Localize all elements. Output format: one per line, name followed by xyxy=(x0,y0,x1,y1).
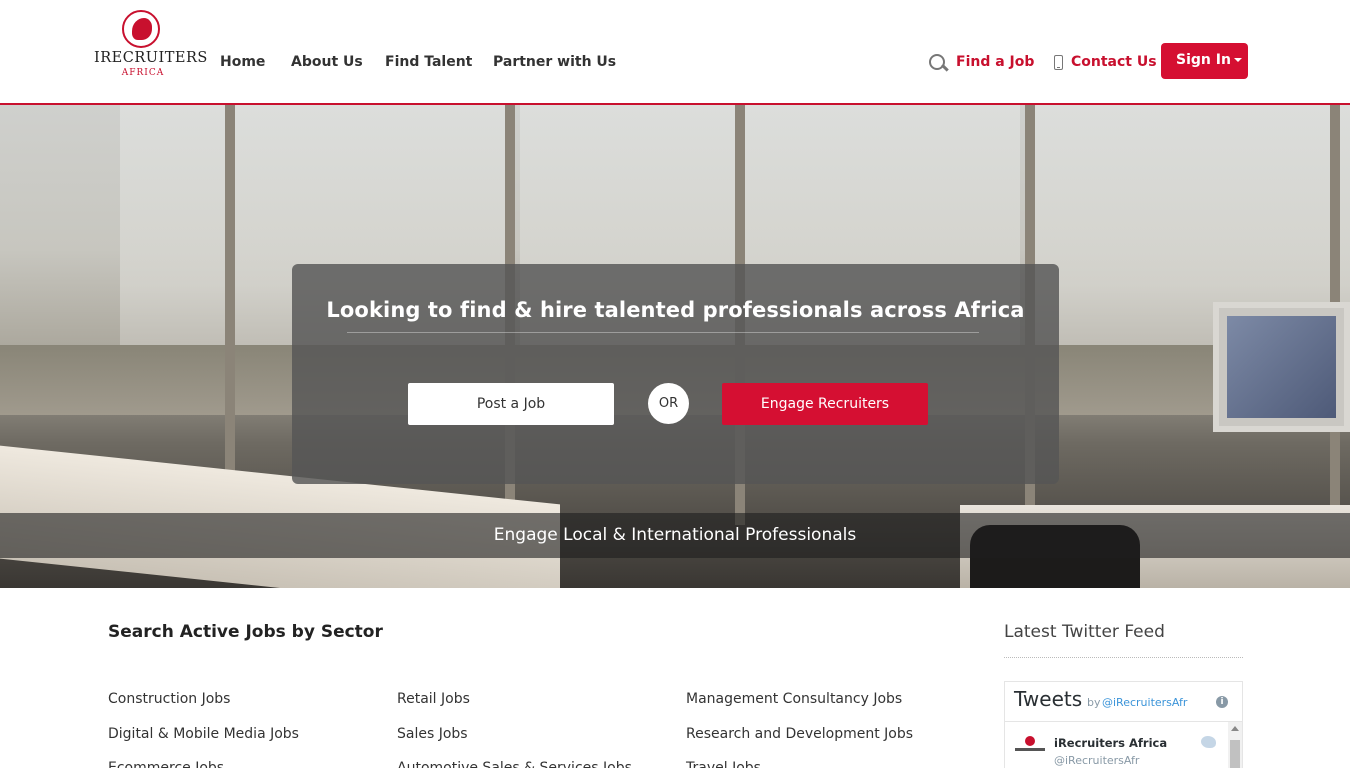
scrollbar-thumb[interactable] xyxy=(1230,740,1240,768)
sector-link-digital-media[interactable]: Digital & Mobile Media Jobs xyxy=(108,726,299,742)
sector-link-construction[interactable]: Construction Jobs xyxy=(108,691,230,707)
hero-divider xyxy=(347,332,979,333)
contact-us-link[interactable]: Contact Us xyxy=(1071,54,1157,70)
tweet-avatar[interactable] xyxy=(1013,736,1047,762)
logo-emblem-icon xyxy=(122,10,160,48)
sector-link-ecommerce[interactable]: Ecommerce Jobs xyxy=(108,760,224,768)
nav-find-talent[interactable]: Find Talent xyxy=(385,54,472,70)
find-a-job-link[interactable]: Find a Job xyxy=(956,54,1034,70)
logo-text: IRECRUITERS xyxy=(94,50,208,66)
sign-in-label: Sign In xyxy=(1176,52,1231,68)
sector-link-sales[interactable]: Sales Jobs xyxy=(397,726,468,742)
window-mullion xyxy=(225,105,235,525)
engage-recruiters-button[interactable]: Engage Recruiters xyxy=(722,383,928,425)
sector-link-travel[interactable]: Travel Jobs xyxy=(686,760,761,768)
sector-link-research-development[interactable]: Research and Development Jobs xyxy=(686,726,913,742)
sector-link-automotive[interactable]: Automotive Sales & Services Jobs xyxy=(397,760,632,768)
nav-about-us[interactable]: About Us xyxy=(291,54,363,70)
site-header: IRECRUITERS AFRICA Home About Us Find Ta… xyxy=(0,0,1350,105)
caret-down-icon xyxy=(1233,58,1242,62)
nav-partner-with-us[interactable]: Partner with Us xyxy=(493,54,616,70)
twitter-divider xyxy=(1004,657,1243,658)
irecruiters-logo[interactable]: IRECRUITERS AFRICA xyxy=(94,10,208,82)
tweets-by-label: by xyxy=(1087,696,1101,709)
tweets-label: Tweets xyxy=(1014,687,1083,711)
post-a-job-button[interactable]: Post a Job xyxy=(408,383,614,425)
sector-link-management-consultancy[interactable]: Management Consultancy Jobs xyxy=(686,691,902,707)
info-icon[interactable]: i xyxy=(1216,696,1228,708)
twitter-handle-link[interactable]: @iRecruitersAfr xyxy=(1102,696,1187,709)
logo-subtext: AFRICA xyxy=(121,68,165,78)
hero-monitor xyxy=(1213,302,1350,432)
hero-tagline: Engage Local & International Professiona… xyxy=(493,525,857,545)
tweet-author-handle[interactable]: @iRecruitersAfr xyxy=(1054,754,1139,767)
scroll-up-arrow-icon[interactable] xyxy=(1231,726,1239,731)
or-badge: OR xyxy=(648,383,689,424)
twitter-feed-heading: Latest Twitter Feed xyxy=(1004,622,1165,642)
sector-section-title: Search Active Jobs by Sector xyxy=(108,622,383,642)
sector-link-retail[interactable]: Retail Jobs xyxy=(397,691,470,707)
hero-title: Looking to find & hire talented professi… xyxy=(326,298,1025,322)
hero-cta-panel: Looking to find & hire talented professi… xyxy=(292,264,1059,484)
twitter-bird-icon xyxy=(1201,736,1216,748)
tweet-author-name[interactable]: iRecruiters Africa xyxy=(1054,736,1167,750)
mobile-phone-icon xyxy=(1054,55,1063,70)
sign-in-button[interactable]: Sign In xyxy=(1161,43,1248,79)
nav-home[interactable]: Home xyxy=(220,54,265,70)
search-icon[interactable] xyxy=(929,54,947,74)
twitter-separator xyxy=(1004,721,1243,722)
